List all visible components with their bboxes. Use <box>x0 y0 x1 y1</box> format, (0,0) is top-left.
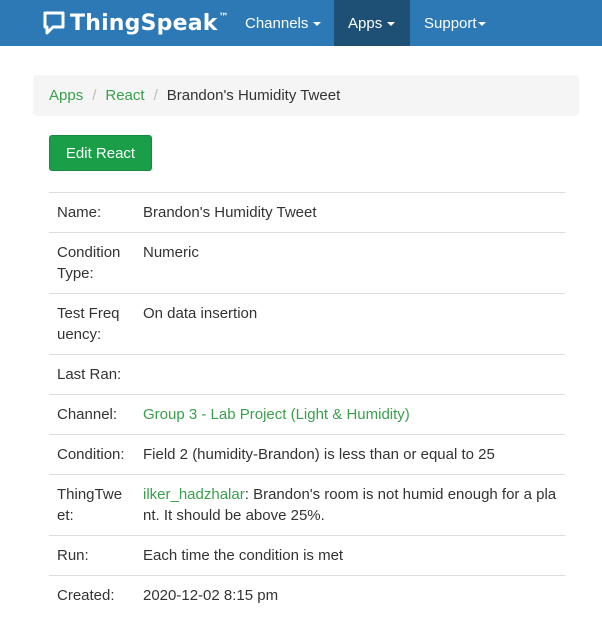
run-value: Each time the condition is met <box>135 535 565 576</box>
table-row: Created: 2020-12-02 8:15 pm <box>49 575 565 615</box>
brand-logo[interactable]: ThingSpeak ™ <box>42 8 229 38</box>
name-label: Name: <box>49 192 135 233</box>
nav-support[interactable]: Support <box>412 0 502 46</box>
created-value: 2020-12-02 8:15 pm <box>135 575 565 615</box>
chat-bubble-logo-icon <box>43 11 65 35</box>
run-label: Run: <box>49 535 135 576</box>
test-frequency-value: On data insertion <box>135 293 565 355</box>
condition-type-label: Condition Type: <box>49 232 135 294</box>
thingtweet-cell: ilker_hadzhalar: Brandon's room is not h… <box>135 474 565 536</box>
edit-react-button[interactable]: Edit React <box>49 135 152 171</box>
react-details-table: Name: Brandon's Humidity Tweet Condition… <box>49 192 565 615</box>
last-ran-value <box>135 354 565 395</box>
nav-support-label: Support <box>424 14 477 32</box>
table-row: Test Frequency: On data insertion <box>49 293 565 355</box>
twitter-account-link[interactable]: ilker_hadzhalar <box>143 486 245 503</box>
caret-down-icon <box>313 22 322 26</box>
channel-label: Channel: <box>49 394 135 435</box>
breadcrumb-current: Brandon's Humidity Tweet <box>166 87 341 104</box>
table-row: Name: Brandon's Humidity Tweet <box>49 192 565 233</box>
thingtweet-label: ThingTweet: <box>49 474 135 536</box>
trademark-mark: ™ <box>218 12 229 23</box>
breadcrumb: Apps / React / Brandon's Humidity Tweet <box>33 75 579 116</box>
test-frequency-label: Test Frequency: <box>49 293 135 355</box>
condition-value: Field 2 (humidity-Brandon) is less than … <box>135 434 565 475</box>
nav-apps[interactable]: Apps <box>334 0 410 46</box>
table-row: Channel: Group 3 - Lab Project (Light & … <box>49 394 565 435</box>
name-value: Brandon's Humidity Tweet <box>135 192 565 233</box>
nav-channels-label: Channels <box>245 14 309 32</box>
created-label: Created: <box>49 575 135 615</box>
channel-cell: Group 3 - Lab Project (Light & Humidity) <box>135 394 565 435</box>
table-row: Condition: Field 2 (humidity-Brandon) is… <box>49 434 565 475</box>
breadcrumb-react-link[interactable]: React <box>105 87 144 104</box>
caret-down-icon <box>387 22 396 26</box>
brand-name: ThingSpeak <box>70 10 218 36</box>
table-row: Last Ran: <box>49 354 565 395</box>
nav-apps-label: Apps <box>348 14 383 32</box>
caret-down-icon <box>477 22 486 26</box>
breadcrumb-separator: / <box>153 87 158 104</box>
condition-label: Condition: <box>49 434 135 475</box>
top-navbar: ThingSpeak ™ Channels Apps Support <box>0 0 602 46</box>
table-row: Condition Type: Numeric <box>49 232 565 294</box>
condition-type-value: Numeric <box>135 232 565 294</box>
table-row: ThingTweet: ilker_hadzhalar: Brandon's r… <box>49 474 565 536</box>
breadcrumb-apps-link[interactable]: Apps <box>49 87 83 104</box>
table-row: Run: Each time the condition is met <box>49 535 565 576</box>
breadcrumb-separator: / <box>92 87 97 104</box>
last-ran-label: Last Ran: <box>49 354 135 395</box>
channel-link[interactable]: Group 3 - Lab Project (Light & Humidity) <box>143 406 410 423</box>
nav-channels[interactable]: Channels <box>234 0 330 46</box>
